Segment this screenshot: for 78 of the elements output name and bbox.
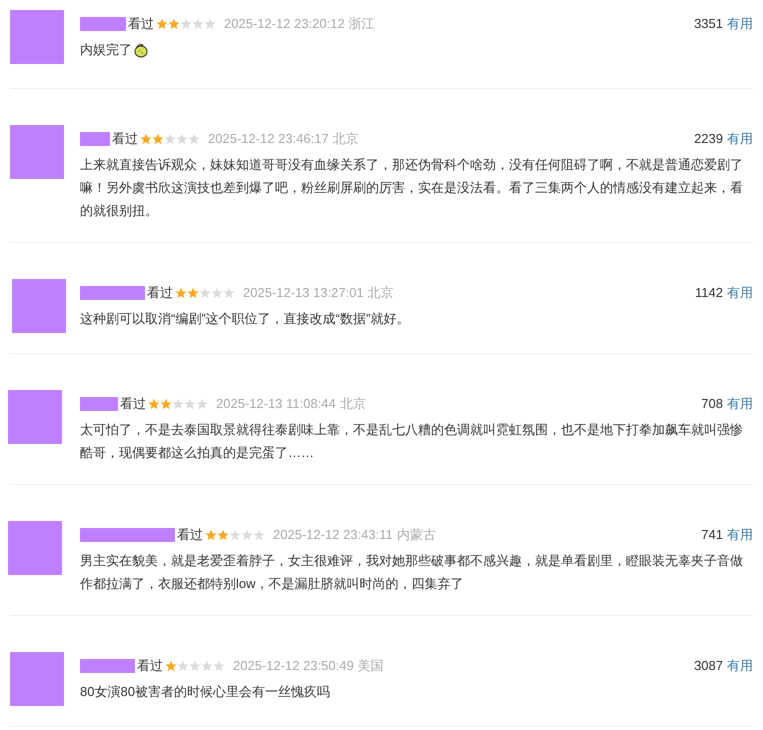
comment-time: 2025-12-12 23:50:49 [233, 657, 354, 676]
helpful-link[interactable]: 有用 [727, 14, 753, 34]
comment-time: 2025-12-12 23:43:11 [273, 526, 393, 544]
vote-count: 1142 [695, 284, 723, 302]
comment-text: 上来就直接告诉观众，妹妹知道哥哥没有血缘关系了，那还伪骨科个啥劲，没有任何阻碍了啊，不就是普通恋爱剧了嘛！另外虞书欣这演技也差到爆了吧，粉丝刷屏刷的厉害，实在是没法看。看了三集两个人的情感没有建立起来，看的就很别扭。 [80, 156, 744, 220]
comment-text: 内娱完了 [80, 41, 133, 59]
comment-location: 内蒙古 [396, 526, 436, 544]
comment-text: 80女演80被害者的时候心里会有一丝愧疚吗 [80, 683, 331, 701]
redacted-name [80, 397, 118, 411]
redacted-name [80, 17, 126, 31]
star-icon [168, 18, 180, 30]
star-icon [188, 133, 200, 145]
vote-count: 3351 [694, 15, 723, 34]
watch-status: 看过 [112, 130, 138, 148]
star-icon [189, 660, 201, 672]
star-icon [223, 287, 235, 299]
star-icon [172, 398, 184, 410]
star-icon [176, 133, 188, 145]
helpful-link[interactable]: 有用 [727, 394, 753, 414]
comment-location: 北京 [340, 395, 366, 414]
comment-location: 北京 [368, 284, 394, 302]
lemon-icon [133, 42, 149, 58]
star-icon [184, 398, 196, 410]
helpful-link[interactable]: 有用 [727, 283, 753, 303]
star-icon [253, 529, 265, 541]
star-icon [196, 398, 208, 410]
watch-status: 看过 [177, 526, 203, 544]
avatar[interactable] [10, 125, 64, 179]
star-icon [156, 18, 168, 30]
star-icon [177, 660, 189, 672]
star-icon [165, 660, 177, 672]
star-icon [160, 398, 172, 410]
avatar[interactable] [12, 279, 66, 333]
comment-time: 2025-12-13 11:08:44 [216, 395, 336, 414]
star-icon [241, 529, 253, 541]
comment-text: 这种剧可以取消“编剧”这个职位了，直接改成“数据”就好。 [80, 310, 410, 328]
star-icon [217, 529, 229, 541]
star-icon [192, 18, 204, 30]
star-icon [205, 529, 217, 541]
avatar[interactable] [10, 10, 64, 64]
comment-location: 北京 [332, 130, 359, 148]
vote-count: 741 [701, 526, 723, 544]
watch-status: 看过 [128, 15, 154, 34]
star-icon [199, 287, 211, 299]
avatar[interactable] [10, 652, 64, 706]
comment-location: 浙江 [348, 15, 375, 34]
star-icon [148, 398, 160, 410]
star-icon [152, 133, 164, 145]
helpful-link[interactable]: 有用 [727, 656, 753, 676]
avatar[interactable] [8, 390, 62, 444]
comment-location: 美国 [358, 657, 384, 676]
helpful-link[interactable]: 有用 [727, 525, 753, 545]
helpful-link[interactable]: 有用 [727, 129, 753, 149]
star-icon [164, 133, 176, 145]
star-icon [229, 529, 241, 541]
comment-text: 男主实在貌美，就是老爱歪着脖子，女主很难评，我对她那些破事都不感兴趣，就是单看剧里，瞪眼装无辜夹子音做作都拉满了，衣服还都特别low，不是漏肚脐就叫时尚的，四集弃了 [80, 552, 744, 593]
comment-time: 2025-12-12 23:20:12 [224, 15, 345, 34]
watch-status: 看过 [120, 395, 146, 414]
star-icon [140, 133, 152, 145]
redacted-name [80, 659, 135, 673]
vote-count: 3087 [694, 657, 723, 676]
redacted-name [80, 286, 145, 300]
vote-count: 708 [701, 395, 723, 414]
avatar[interactable] [8, 521, 62, 575]
comment-text: 太可怕了，不是去泰国取景就得往泰剧味上靠，不是乱七八糟的色调就叫霓虹氛围，也不是地下打拳加飙车就叫强惨酷哥，现偶要都这么拍真的是完蛋了…… [80, 421, 744, 462]
watch-status: 看过 [147, 284, 173, 302]
vote-count: 2239 [694, 130, 723, 148]
star-icon [213, 660, 225, 672]
star-icon [211, 287, 223, 299]
watch-status: 看过 [137, 657, 163, 676]
star-icon [204, 18, 216, 30]
star-icon [201, 660, 213, 672]
star-icon [180, 18, 192, 30]
star-icon [175, 287, 187, 299]
redacted-name [80, 132, 110, 146]
comment-time: 2025-12-13 13:27:01 [243, 284, 364, 302]
comment-time: 2025-12-12 23:46:17 [208, 130, 329, 148]
star-icon [187, 287, 199, 299]
